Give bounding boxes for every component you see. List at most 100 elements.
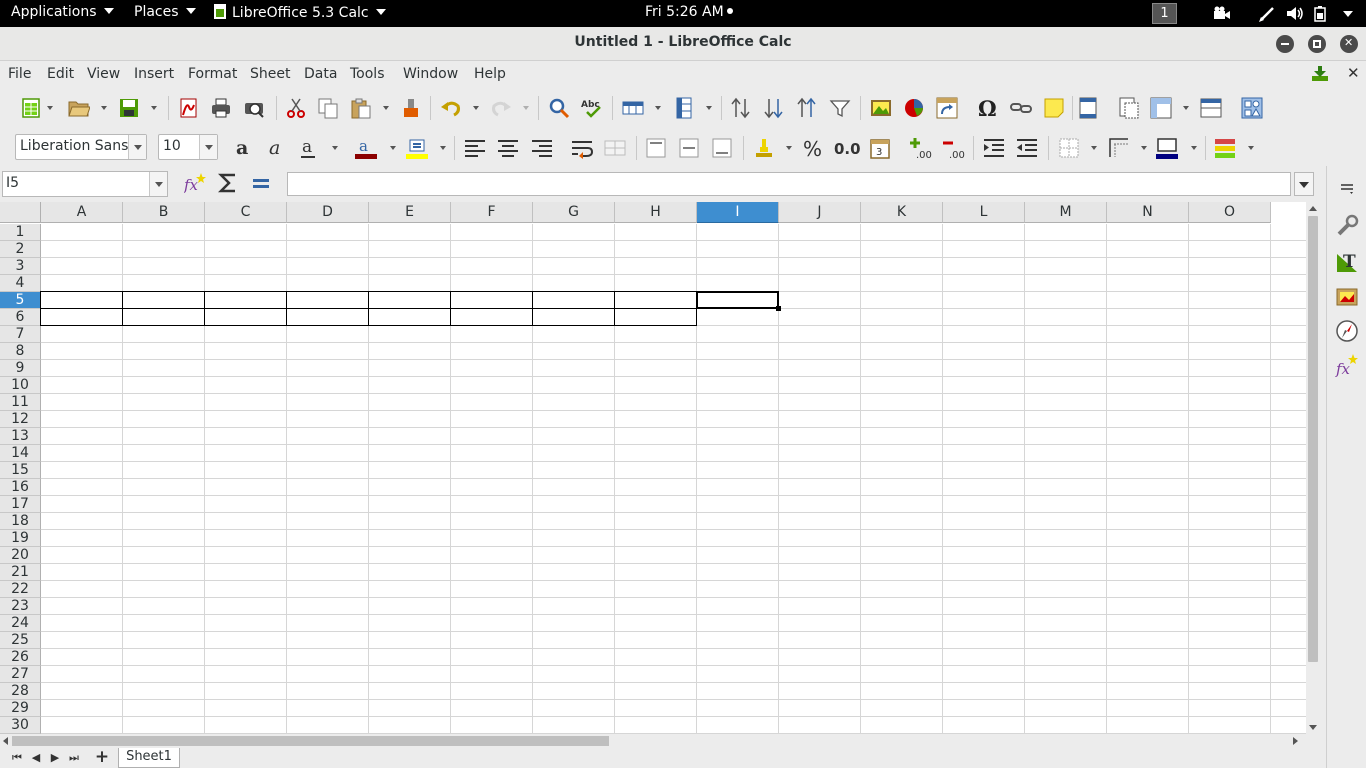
currency-icon[interactable] (753, 137, 775, 159)
chart-icon[interactable] (903, 97, 925, 119)
column-header-k[interactable]: K (861, 202, 943, 223)
row-header-15[interactable]: 15 (0, 462, 41, 479)
border-color-icon[interactable] (1156, 137, 1178, 159)
border-style-icon[interactable] (1108, 137, 1130, 159)
column-header-c[interactable]: C (205, 202, 287, 223)
sort-descending-icon[interactable] (796, 97, 818, 119)
formula-input[interactable] (287, 172, 1291, 196)
highlight-icon[interactable] (406, 137, 428, 159)
font-size-box[interactable]: 10 (158, 134, 218, 160)
align-middle-icon[interactable] (678, 137, 700, 159)
conditional-format-icon[interactable] (1214, 137, 1236, 159)
row-header-7[interactable]: 7 (0, 326, 41, 343)
delete-decimal-icon[interactable]: .00 (941, 137, 967, 159)
freeze-dropdown-icon[interactable] (1183, 106, 1189, 110)
row-header-16[interactable]: 16 (0, 479, 41, 496)
special-character-icon[interactable]: Ω (977, 97, 999, 119)
row-header-27[interactable]: 27 (0, 666, 41, 683)
add-decimal-icon[interactable]: .00 (908, 137, 934, 159)
maximize-button[interactable] (1308, 35, 1326, 53)
merge-cells-icon[interactable] (604, 137, 626, 159)
cut-icon[interactable] (285, 97, 307, 119)
row-header-4[interactable]: 4 (0, 275, 41, 292)
row-header-24[interactable]: 24 (0, 615, 41, 632)
row-dropdown-icon[interactable] (655, 106, 661, 110)
clone-formatting-icon[interactable] (400, 97, 422, 119)
sum-icon[interactable] (218, 172, 238, 194)
column-icon[interactable] (673, 97, 695, 119)
vertical-scrollbar[interactable] (1306, 202, 1320, 734)
column-header-b[interactable]: B (123, 202, 205, 223)
sort-icon[interactable] (730, 97, 752, 119)
row-header-13[interactable]: 13 (0, 428, 41, 445)
row-header-29[interactable]: 29 (0, 700, 41, 717)
sheet-tab[interactable]: Sheet1 (118, 748, 180, 768)
autofilter-icon[interactable] (829, 97, 851, 119)
headers-footers-icon[interactable] (1077, 97, 1099, 119)
scroll-down-icon[interactable] (1309, 725, 1317, 730)
row-header-18[interactable]: 18 (0, 513, 41, 530)
spelling-icon[interactable]: Abc (581, 97, 603, 119)
row-icon[interactable] (622, 97, 644, 119)
row-header-11[interactable]: 11 (0, 394, 41, 411)
open-dropdown-icon[interactable] (101, 106, 107, 110)
bold-icon[interactable]: a (233, 137, 255, 159)
menu-insert[interactable]: Insert (134, 66, 174, 82)
hyperlink-icon[interactable] (1010, 97, 1032, 119)
font-color-icon[interactable]: a (355, 137, 377, 159)
row-header-26[interactable]: 26 (0, 649, 41, 666)
spreadsheet-grid[interactable]: ABCDEFGHIJKLMNO 1 2 3 4 5 6 7 8 9 10 11 12 13 14 15 16 1… (0, 202, 1306, 734)
save-icon[interactable] (118, 97, 140, 119)
row-header-3[interactable]: 3 (0, 258, 41, 275)
row-header-19[interactable]: 19 (0, 530, 41, 547)
menu-data[interactable]: Data (304, 66, 337, 82)
align-bottom-icon[interactable] (711, 137, 733, 159)
workspace-indicator[interactable]: 1 (1152, 3, 1177, 24)
font-color-dropdown-icon[interactable] (390, 146, 396, 150)
row-header-20[interactable]: 20 (0, 547, 41, 564)
clock[interactable]: Fri 5:26 AM (645, 4, 733, 20)
row-header-30[interactable]: 30 (0, 717, 41, 734)
percent-icon[interactable]: % (803, 137, 825, 159)
menu-file[interactable]: File (8, 66, 31, 82)
find-replace-icon[interactable] (548, 97, 570, 119)
export-pdf-icon[interactable] (177, 97, 199, 119)
copy-icon[interactable] (317, 97, 339, 119)
column-header-o[interactable]: O (1189, 202, 1271, 223)
horizontal-scroll-thumb[interactable] (12, 736, 609, 746)
comment-icon[interactable] (1043, 97, 1065, 119)
split-window-icon[interactable] (1200, 97, 1222, 119)
last-sheet-icon[interactable]: ⏭ (67, 751, 81, 765)
horizontal-scrollbar[interactable] (0, 734, 1306, 748)
italic-icon[interactable]: a (266, 137, 288, 159)
scroll-up-icon[interactable] (1309, 206, 1317, 211)
active-cell-cursor[interactable] (696, 291, 779, 309)
borders-icon[interactable] (1058, 137, 1080, 159)
currency-dropdown-icon[interactable] (786, 146, 792, 150)
row-header-23[interactable]: 23 (0, 598, 41, 615)
new-dropdown-icon[interactable] (47, 106, 53, 110)
menu-tools[interactable]: Tools (350, 66, 385, 82)
print-icon[interactable] (210, 97, 232, 119)
row-header-9[interactable]: 9 (0, 360, 41, 377)
column-header-i[interactable]: I (697, 202, 779, 223)
gallery-icon[interactable] (1335, 284, 1359, 308)
scroll-left-icon[interactable] (3, 737, 8, 745)
align-left-icon[interactable] (464, 137, 486, 159)
wrap-text-icon[interactable] (571, 137, 593, 159)
column-header-h[interactable]: H (615, 202, 697, 223)
font-size-dropdown-icon[interactable] (199, 135, 217, 159)
row-header-8[interactable]: 8 (0, 343, 41, 360)
fill-handle[interactable] (776, 306, 781, 311)
align-top-icon[interactable] (645, 137, 667, 159)
app-menu[interactable]: LibreOffice 5.3 Calc (214, 4, 386, 21)
column-header-e[interactable]: E (369, 202, 451, 223)
scroll-right-icon[interactable] (1293, 737, 1298, 745)
row-header-25[interactable]: 25 (0, 632, 41, 649)
battery-icon[interactable] (1312, 5, 1330, 22)
places-menu[interactable]: Places (134, 4, 196, 20)
previous-sheet-icon[interactable]: ◀ (29, 751, 43, 765)
row-header-12[interactable]: 12 (0, 411, 41, 428)
update-download-icon[interactable] (1311, 66, 1329, 82)
functions-icon[interactable]: fx (1335, 353, 1359, 377)
